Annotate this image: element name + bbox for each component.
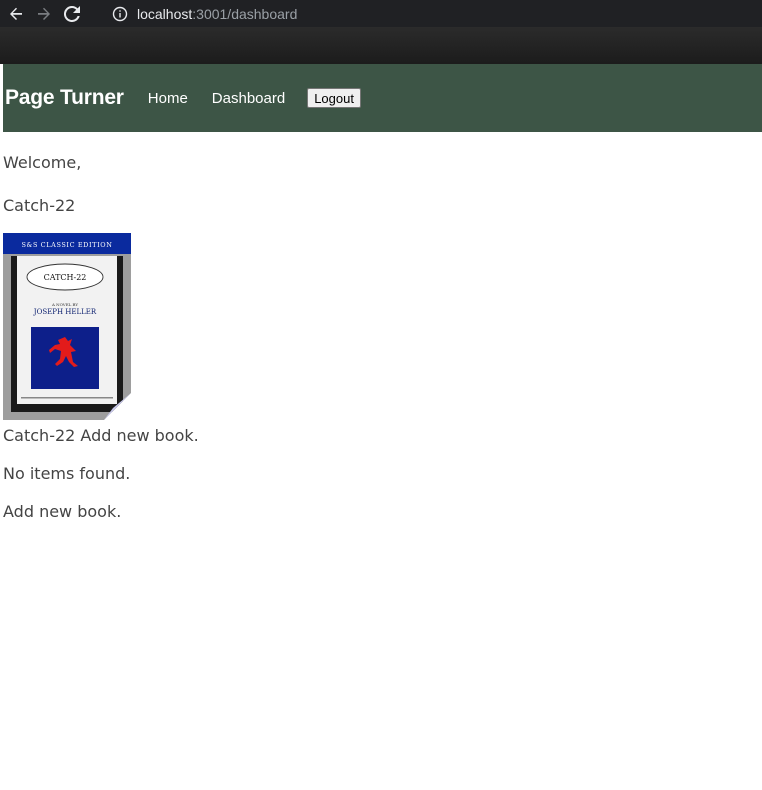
cover-footer-line (21, 397, 113, 399)
url-path: :3001/dashboard (192, 5, 298, 22)
add-new-book-link[interactable]: Add new book. (3, 502, 121, 521)
reload-icon[interactable] (62, 4, 82, 24)
book-title: Catch-22 (3, 196, 76, 215)
cover-title: CATCH-22 (44, 273, 87, 282)
brand-logo[interactable]: Page Turner (5, 86, 124, 110)
site-info-icon[interactable] (112, 6, 128, 22)
cover-subtitle: A NOVEL BY (51, 302, 78, 307)
cover-band-text: S&S CLASSIC EDITION (22, 241, 113, 249)
browser-toolbar: localhost:3001/dashboard (0, 0, 762, 27)
forward-arrow-icon[interactable] (34, 4, 54, 24)
cover-author: JOSEPH HELLER (33, 308, 97, 316)
url-host: localhost (137, 5, 193, 22)
back-arrow-icon[interactable] (6, 4, 26, 24)
site-navbar: Page Turner Home Dashboard Logout (3, 64, 762, 132)
logout-button[interactable]: Logout (307, 88, 361, 108)
book-cover-image[interactable]: S&S CLASSIC EDITION CATCH-22 A NOVEL BY … (3, 233, 131, 420)
empty-state-message: No items found. (3, 464, 131, 483)
book-caption: Catch-22 Add new book. (3, 426, 199, 445)
bookmarks-bar (0, 27, 762, 64)
welcome-message: Welcome, (3, 153, 82, 172)
address-bar[interactable]: localhost:3001/dashboard (103, 1, 762, 26)
nav-link-home[interactable]: Home (148, 90, 188, 107)
nav-link-dashboard[interactable]: Dashboard (212, 90, 285, 107)
